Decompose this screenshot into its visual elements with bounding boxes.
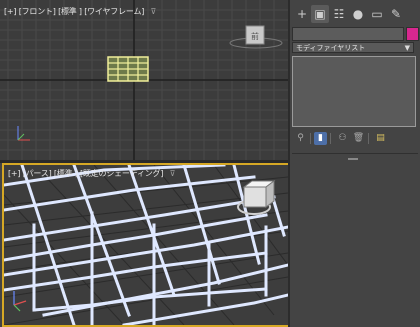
configure-sets-icon[interactable]: ▤ bbox=[374, 132, 387, 145]
modifier-list-dropdown[interactable]: モディファイヤリスト ▼ bbox=[292, 42, 414, 53]
front-viewport-canvas[interactable]: 前 bbox=[0, 0, 288, 160]
funnel-icon[interactable]: ⊽ bbox=[151, 7, 157, 16]
modifier-list-label: モディファイヤリスト bbox=[296, 44, 366, 52]
rollout-separator bbox=[292, 153, 418, 154]
display-tab-icon[interactable]: ▭ bbox=[368, 5, 386, 23]
perspective-viewport[interactable]: [+] [パース] [標準 ] [既定のシェーディング] ⊽ bbox=[2, 163, 290, 327]
utilities-tab-icon[interactable]: ✎ bbox=[387, 5, 405, 23]
front-viewport[interactable]: 前 [+] [フロント] [標準 ] [ワイヤフレーム] ⊽ bbox=[0, 0, 288, 160]
remove-modifier-icon[interactable]: 🗑 bbox=[352, 132, 365, 145]
axis-tripod-front-icon bbox=[17, 126, 30, 141]
chevron-down-icon: ▼ bbox=[404, 44, 410, 52]
perspective-viewport-label[interactable]: [+] [パース] [標準 ] [既定のシェーディング] ⊽ bbox=[8, 168, 175, 179]
rollout-handle[interactable] bbox=[348, 158, 358, 160]
make-unique-icon[interactable]: ⚇ bbox=[336, 132, 349, 145]
toolbar-separator bbox=[368, 133, 369, 144]
toolbar-separator bbox=[310, 133, 311, 144]
perspective-viewport-label-text[interactable]: [+] [パース] [標準 ] [既定のシェーディング] bbox=[8, 169, 163, 178]
command-panel-tabs: + ▣ ☷ ● ▭ ✎ bbox=[290, 5, 420, 25]
motion-tab-icon[interactable]: ● bbox=[349, 5, 367, 23]
pin-stack-icon[interactable]: ⚲ bbox=[294, 132, 307, 145]
modifier-stack-toolbar: ⚲ ▮ ⚇ 🗑 ▤ bbox=[292, 131, 418, 147]
object-name-input[interactable] bbox=[292, 27, 404, 41]
perspective-viewport-canvas[interactable] bbox=[4, 165, 288, 325]
modifier-stack-list[interactable] bbox=[292, 56, 416, 127]
funnel-icon[interactable]: ⊽ bbox=[170, 169, 176, 178]
object-color-swatch[interactable] bbox=[406, 27, 419, 41]
command-panel: + ▣ ☷ ● ▭ ✎ モディファイヤリスト ▼ ⚲ ▮ ⚇ 🗑 ▤ bbox=[290, 0, 420, 327]
toolbar-separator bbox=[330, 133, 331, 144]
create-tab-icon[interactable]: + bbox=[293, 5, 311, 23]
viewcube-face-label: 前 bbox=[251, 31, 259, 41]
modify-tab-icon[interactable]: ▣ bbox=[311, 5, 329, 23]
front-viewport-label-text[interactable]: [+] [フロント] [標準 ] [ワイヤフレーム] bbox=[4, 7, 144, 16]
show-end-result-icon[interactable]: ▮ bbox=[314, 132, 327, 145]
hierarchy-tab-icon[interactable]: ☷ bbox=[330, 5, 348, 23]
front-viewport-label[interactable]: [+] [フロント] [標準 ] [ワイヤフレーム] ⊽ bbox=[4, 6, 156, 17]
selected-object-front[interactable] bbox=[107, 56, 149, 82]
